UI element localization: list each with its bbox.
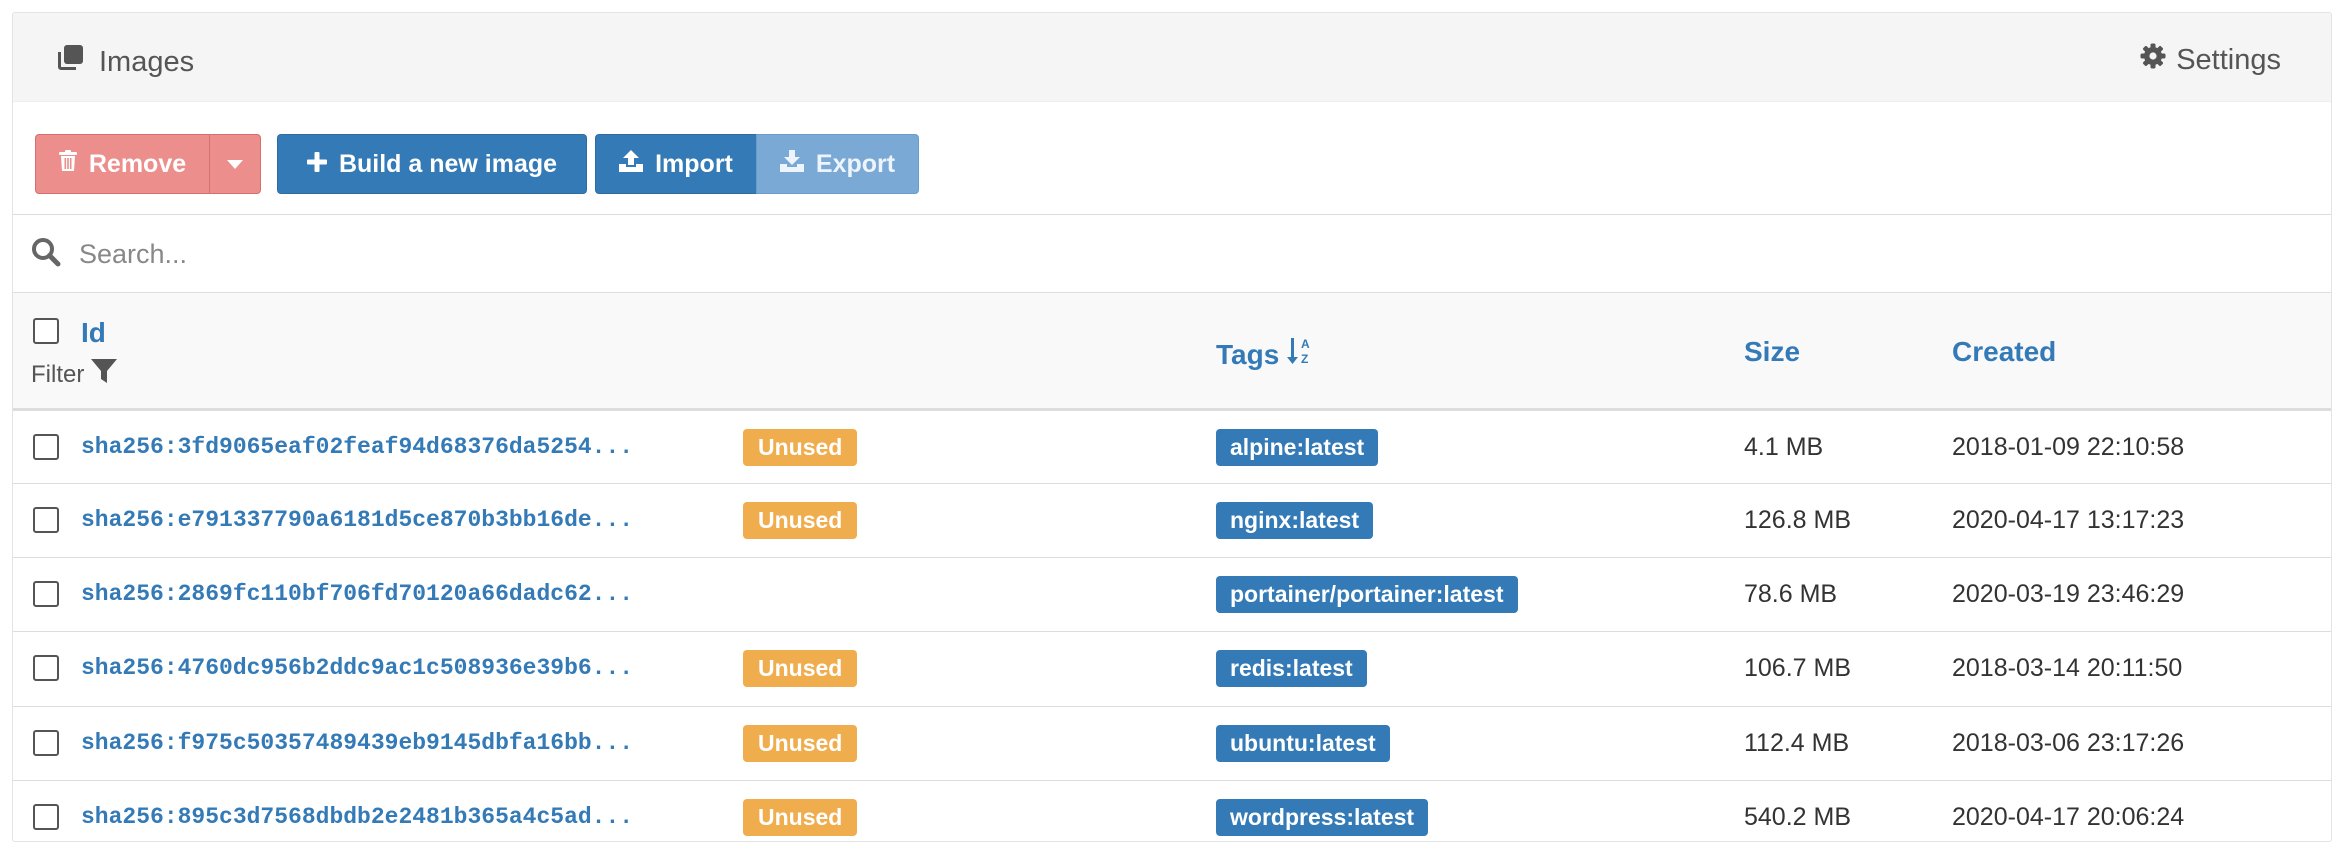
unused-badge: Unused xyxy=(743,502,858,539)
panel-header: Images Settings xyxy=(13,13,2331,102)
image-created: 2020-03-19 23:46:29 xyxy=(1952,580,2185,608)
remove-button[interactable]: Remove xyxy=(35,134,210,194)
image-tag: portainer/portainer:latest xyxy=(1216,576,1518,613)
column-created-sort[interactable]: Created xyxy=(1952,336,2056,368)
image-id-link[interactable]: sha256:895c3d7568dbdb2e2481b365a4c5ad... xyxy=(81,804,633,830)
settings-link[interactable]: Settings xyxy=(2140,43,2281,77)
trash-icon xyxy=(58,149,77,179)
images-panel: Images Settings Remove Build a new image… xyxy=(12,12,2332,842)
image-created: 2020-04-17 20:06:24 xyxy=(1952,803,2185,831)
plus-icon xyxy=(306,150,327,179)
image-size: 126.8 MB xyxy=(1744,506,1852,534)
remove-button-label: Remove xyxy=(88,149,187,178)
table-header: Id Filter Tags A Z Size Created xyxy=(13,293,2331,411)
image-id-link[interactable]: sha256:4760dc956b2ddc9ac1c508936e39b6... xyxy=(81,655,633,681)
image-size: 106.7 MB xyxy=(1744,654,1852,682)
sort-alpha-asc-icon: A Z xyxy=(1287,336,1315,373)
image-id-link[interactable]: sha256:f975c50357489439eb9145dbfa16bb... xyxy=(81,730,633,756)
unused-badge: Unused xyxy=(743,429,858,466)
unused-badge: Unused xyxy=(743,650,858,687)
table-row: sha256:4760dc956b2ddc9ac1c508936e39b6...… xyxy=(13,632,2331,707)
select-all-checkbox[interactable] xyxy=(33,318,59,344)
image-created: 2018-03-06 23:17:26 xyxy=(1952,729,2185,757)
filter-label: Filter xyxy=(31,360,85,388)
image-tag: redis:latest xyxy=(1216,650,1367,687)
column-id-sort[interactable]: Id xyxy=(81,317,106,349)
panel-title-text: Images xyxy=(99,45,195,78)
export-button[interactable]: Export xyxy=(756,134,919,194)
search-input[interactable] xyxy=(77,231,1481,277)
row-checkbox[interactable] xyxy=(33,730,59,756)
table-row: sha256:e791337790a6181d5ce870b3bb16de...… xyxy=(13,484,2331,558)
filter-icon xyxy=(90,357,118,392)
table-row: sha256:895c3d7568dbdb2e2481b365a4c5ad...… xyxy=(13,781,2331,841)
column-tags-sort[interactable]: Tags A Z xyxy=(1216,336,1315,373)
upload-icon xyxy=(619,149,644,179)
image-id-link[interactable]: sha256:e791337790a6181d5ce870b3bb16de... xyxy=(81,507,633,533)
build-image-button[interactable]: Build a new image xyxy=(277,134,587,194)
images-clone-icon xyxy=(55,43,85,81)
image-id-link[interactable]: sha256:2869fc110bf706fd70120a66dadc62... xyxy=(81,581,633,607)
image-size: 4.1 MB xyxy=(1744,433,1824,461)
image-size: 112.4 MB xyxy=(1744,729,1850,757)
image-tag: nginx:latest xyxy=(1216,502,1374,539)
image-size: 540.2 MB xyxy=(1744,803,1852,831)
toolbar: Remove Build a new image Import Export xyxy=(13,102,2331,215)
table-row: sha256:2869fc110bf706fd70120a66dadc62...… xyxy=(13,558,2331,632)
row-checkbox[interactable] xyxy=(33,581,59,607)
image-created: 2020-04-17 13:17:23 xyxy=(1952,506,2185,534)
image-tag: ubuntu:latest xyxy=(1216,725,1390,762)
search-icon xyxy=(31,237,61,272)
search-bar xyxy=(13,215,2331,293)
download-icon xyxy=(779,149,804,179)
unused-badge: Unused xyxy=(743,725,858,762)
image-size: 78.6 MB xyxy=(1744,580,1838,608)
row-checkbox[interactable] xyxy=(33,434,59,460)
image-id-link[interactable]: sha256:3fd9065eaf02feaf94d68376da5254... xyxy=(81,434,633,460)
gear-icon xyxy=(2140,43,2166,77)
column-tags-label: Tags xyxy=(1216,338,1280,370)
row-checkbox[interactable] xyxy=(33,507,59,533)
svg-text:Z: Z xyxy=(1301,352,1308,366)
unused-badge: Unused xyxy=(743,799,858,836)
image-tag: alpine:latest xyxy=(1216,429,1379,466)
remove-options-toggle[interactable] xyxy=(209,134,261,194)
table-body: sha256:3fd9065eaf02feaf94d68376da5254...… xyxy=(13,411,2331,841)
column-size-sort[interactable]: Size xyxy=(1744,336,1800,368)
build-image-label: Build a new image xyxy=(338,149,558,178)
panel-title: Images xyxy=(55,43,194,81)
export-label: Export xyxy=(815,149,896,178)
caret-down-icon xyxy=(227,159,243,169)
image-tag: wordpress:latest xyxy=(1216,799,1429,836)
id-filter[interactable]: Filter xyxy=(31,357,118,392)
image-created: 2018-01-09 22:10:58 xyxy=(1952,433,2185,461)
row-checkbox[interactable] xyxy=(33,804,59,830)
import-button[interactable]: Import xyxy=(595,134,757,194)
import-label: Import xyxy=(655,149,733,178)
svg-text:A: A xyxy=(1301,337,1310,351)
table-row: sha256:f975c50357489439eb9145dbfa16bb...… xyxy=(13,707,2331,781)
image-created: 2018-03-14 20:11:50 xyxy=(1952,654,2183,682)
table-row: sha256:3fd9065eaf02feaf94d68376da5254...… xyxy=(13,411,2331,484)
row-checkbox[interactable] xyxy=(33,655,59,681)
settings-label: Settings xyxy=(2176,43,2281,76)
